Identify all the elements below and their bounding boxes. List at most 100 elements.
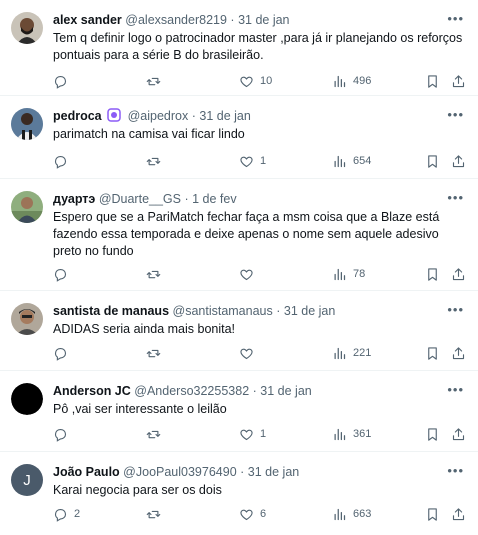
post-date[interactable]: 31 de jan xyxy=(248,465,299,479)
reply-text: Espero que se a PariMatch fechar faça a … xyxy=(53,210,440,258)
user-avatar[interactable] xyxy=(11,108,43,140)
bookmark-button[interactable] xyxy=(425,152,440,170)
more-icon[interactable]: ••• xyxy=(447,464,464,477)
reply-text: Pô ,vai ser interessante o leilão xyxy=(53,402,227,416)
reply-header: santista de manaus @santistamanaus · 31 … xyxy=(53,303,335,319)
reply-item[interactable]: alex sander @alexsander8219 · 31 de jan … xyxy=(0,0,478,96)
share-button[interactable] xyxy=(451,344,466,362)
post-date[interactable]: 31 de jan xyxy=(284,304,335,318)
more-icon[interactable]: ••• xyxy=(447,108,464,121)
bookmark-button[interactable] xyxy=(425,344,440,362)
views-button[interactable]: 361 xyxy=(332,425,371,443)
views-button[interactable]: 496 xyxy=(332,72,371,90)
repost-button[interactable] xyxy=(146,505,167,523)
share-button[interactable] xyxy=(451,72,466,90)
reply-icon xyxy=(54,508,67,522)
share-icon xyxy=(452,507,465,520)
display-name[interactable]: Anderson JC xyxy=(53,384,131,398)
heart-icon xyxy=(240,348,253,359)
reply-item[interactable]: дуартэ @Duarte__GS · 1 de fev ••• Espero… xyxy=(0,179,478,291)
user-avatar[interactable]: J xyxy=(11,464,43,496)
reply-button[interactable] xyxy=(53,265,74,283)
reply-count: 2 xyxy=(74,508,81,520)
user-avatar[interactable] xyxy=(11,191,43,223)
like-button[interactable] xyxy=(239,344,260,362)
share-button[interactable] xyxy=(451,152,466,170)
verified-purple-badge-icon xyxy=(107,108,121,122)
bookmark-button[interactable] xyxy=(425,72,440,90)
like-button[interactable]: 6 xyxy=(239,505,266,523)
views-chart-icon xyxy=(334,268,346,280)
user-handle[interactable]: @Duarte__GS xyxy=(99,192,181,206)
more-icon[interactable]: ••• xyxy=(447,12,464,25)
display-name[interactable]: pedroca xyxy=(53,109,102,123)
reply-text: Karai negocia para ser os dois xyxy=(53,483,222,497)
repost-icon xyxy=(146,510,161,518)
reply-button[interactable] xyxy=(53,344,74,362)
display-name[interactable]: santista de manaus xyxy=(53,304,169,318)
heart-icon xyxy=(240,76,253,87)
reply-button[interactable] xyxy=(53,72,74,90)
view-count: 654 xyxy=(353,155,372,167)
more-icon[interactable]: ••• xyxy=(447,383,464,396)
user-handle[interactable]: @santistamanaus xyxy=(173,304,273,318)
repost-icon xyxy=(146,349,161,357)
display-name[interactable]: alex sander xyxy=(53,13,122,27)
action-bar: 78 xyxy=(53,265,468,283)
repost-button[interactable] xyxy=(146,344,167,362)
user-handle[interactable]: @Anderso32255382 xyxy=(134,384,249,398)
share-button[interactable] xyxy=(451,505,466,523)
reply-button[interactable] xyxy=(53,152,74,170)
reply-button[interactable] xyxy=(53,425,74,443)
share-button[interactable] xyxy=(451,265,466,283)
bookmark-icon xyxy=(428,427,437,441)
reply-item[interactable]: pedroca @aipedrox · 31 de jan ••• parima… xyxy=(0,96,478,179)
bookmark-button[interactable] xyxy=(425,425,440,443)
repost-button[interactable] xyxy=(146,425,167,443)
user-avatar[interactable] xyxy=(11,383,43,415)
more-icon[interactable]: ••• xyxy=(447,303,464,316)
like-button[interactable]: 1 xyxy=(239,425,266,443)
views-chart-icon xyxy=(334,428,346,440)
post-date[interactable]: 31 de jan xyxy=(260,384,311,398)
reply-item[interactable]: Anderson JC @Anderso32255382 · 31 de jan… xyxy=(0,371,478,452)
repost-button[interactable] xyxy=(146,72,167,90)
display-name[interactable]: дуартэ xyxy=(53,192,95,206)
repost-button[interactable] xyxy=(146,152,167,170)
reply-item[interactable]: santista de manaus @santistamanaus · 31 … xyxy=(0,291,478,371)
action-bar: 10 496 xyxy=(53,72,468,90)
user-handle[interactable]: @aipedrox xyxy=(128,109,189,123)
user-handle[interactable]: @alexsander8219 xyxy=(125,13,227,27)
views-chart-icon xyxy=(334,508,346,520)
views-button[interactable]: 654 xyxy=(332,152,371,170)
views-button[interactable]: 78 xyxy=(332,265,365,283)
bookmark-icon xyxy=(428,154,437,168)
separator-dot: · xyxy=(240,465,245,479)
bookmark-button[interactable] xyxy=(425,265,440,283)
like-button[interactable] xyxy=(239,265,260,283)
reply-header: pedroca @aipedrox · 31 de jan xyxy=(53,108,251,124)
bookmark-button[interactable] xyxy=(425,505,440,523)
heart-icon xyxy=(240,156,253,167)
user-avatar[interactable] xyxy=(11,12,43,44)
like-count: 6 xyxy=(260,508,267,520)
more-icon[interactable]: ••• xyxy=(447,191,464,204)
reply-header: Anderson JC @Anderso32255382 · 31 de jan xyxy=(53,383,312,399)
user-avatar[interactable] xyxy=(11,303,43,335)
display-name[interactable]: João Paulo xyxy=(53,465,120,479)
views-button[interactable]: 663 xyxy=(332,505,371,523)
user-handle[interactable]: @JooPaul03976490 xyxy=(123,465,236,479)
like-count: 1 xyxy=(260,155,267,167)
reply-item[interactable]: J João Paulo @JooPaul03976490 · 31 de ja… xyxy=(0,452,478,535)
like-button[interactable]: 10 xyxy=(239,72,272,90)
share-button[interactable] xyxy=(451,425,466,443)
share-icon xyxy=(452,346,465,359)
separator-dot: · xyxy=(191,109,196,123)
post-date[interactable]: 31 de jan xyxy=(238,13,289,27)
like-button[interactable]: 1 xyxy=(239,152,266,170)
views-button[interactable]: 221 xyxy=(332,344,371,362)
reply-button[interactable]: 2 xyxy=(53,505,80,523)
repost-button[interactable] xyxy=(146,265,167,283)
post-date[interactable]: 1 de fev xyxy=(192,192,236,206)
post-date[interactable]: 31 de jan xyxy=(199,109,250,123)
